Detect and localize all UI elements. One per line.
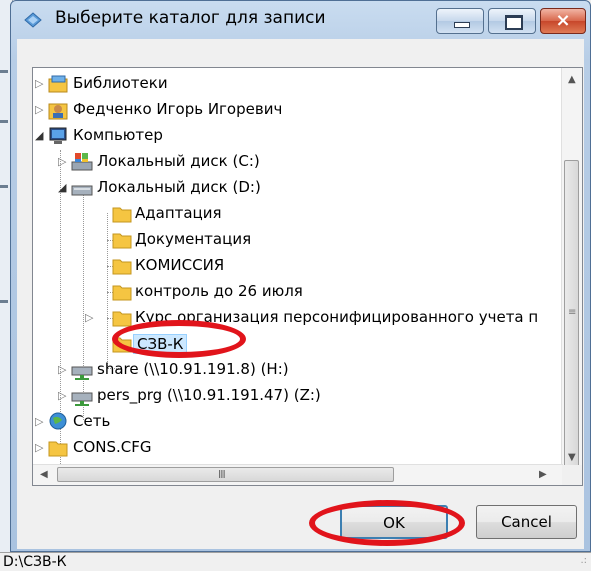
selected-path: D:\СЗВ-К [3, 554, 67, 570]
cancel-button[interactable]: Cancel [476, 505, 577, 539]
close-icon: × [555, 10, 571, 31]
network-drive-icon [71, 366, 93, 380]
tree-item-label: КОМИССИЯ [135, 256, 225, 274]
dialog-window: Выберите каталог для записи × ▷ Библиоте [10, 0, 591, 552]
horizontal-scroll-thumb[interactable]: III [57, 467, 394, 482]
horizontal-scrollbar[interactable]: ◀ III ▶ [33, 464, 563, 485]
expand-arrow-icon[interactable]: ▷ [85, 312, 95, 324]
close-button[interactable]: × [540, 8, 586, 34]
folder-icon [112, 207, 132, 223]
title-bar[interactable]: Выберите каталог для записи × [11, 1, 590, 37]
size-grip-icon[interactable]: .: [580, 555, 587, 566]
tree-item-label: Федченко Игорь Игоревич [73, 100, 283, 118]
tree-item-label: Курс организация персонифицированного уч… [135, 308, 539, 326]
dialog-client: ▷ Библиотеки ▷ Федченко Игорь Игоревич ◢… [17, 39, 584, 549]
maximize-button[interactable] [488, 8, 536, 34]
folder-icon [48, 441, 68, 457]
tree-item-label: Компьютер [73, 126, 163, 144]
collapse-arrow-icon[interactable]: ◢ [35, 130, 45, 142]
status-bar: D:\СЗВ-К .: [0, 552, 591, 571]
scroll-up-icon[interactable]: ▲ [568, 74, 576, 85]
background-tick [0, 300, 8, 303]
tree-item-label: Локальный диск (C:) [97, 152, 260, 170]
background-tick [0, 120, 8, 123]
tree-item-label: CONS.CFG [73, 438, 152, 456]
minimize-icon [454, 22, 470, 28]
grip-icon: III [218, 468, 226, 481]
libraries-icon [48, 75, 68, 93]
computer-icon [49, 127, 67, 144]
folder-icon [112, 337, 132, 353]
folder-tree[interactable]: ▷ Библиотеки ▷ Федченко Игорь Игоревич ◢… [32, 67, 583, 486]
background-tick [0, 185, 8, 188]
folder-icon [112, 259, 132, 275]
folder-icon [112, 233, 132, 249]
folder-browse-icon [24, 12, 42, 28]
tree-item-label: share (\\10.91.191.8) (H:) [97, 360, 289, 378]
tree-item-label: Библиотеки [73, 74, 168, 92]
scroll-right-icon[interactable]: ▶ [539, 469, 547, 480]
tree-guide [60, 150, 61, 485]
folder-icon [112, 311, 132, 327]
scroll-left-icon[interactable]: ◀ [40, 469, 48, 480]
background-tick [0, 70, 8, 73]
disk-icon [71, 185, 93, 196]
expand-arrow-icon[interactable]: ▷ [35, 104, 45, 116]
tree-item-label: pers_prg (\\10.91.191.47) (Z:) [97, 386, 321, 404]
folder-icon [112, 285, 132, 301]
vertical-scroll-thumb[interactable]: ≡ [564, 160, 579, 474]
expand-arrow-icon[interactable]: ▷ [58, 156, 68, 168]
tree-item-label: Локальный диск (D:) [97, 178, 261, 196]
tree-item-label: контроль до 26 июля [135, 282, 303, 300]
network-drive-icon [71, 392, 93, 406]
selected-folder-label: СЗВ-К [133, 334, 188, 354]
expand-arrow-icon[interactable]: ▷ [58, 364, 68, 376]
maximize-icon [505, 15, 523, 30]
tree-item-label: Документация [135, 230, 252, 248]
expand-arrow-icon[interactable]: ▷ [35, 442, 45, 454]
minimize-button[interactable] [436, 8, 484, 34]
dialog-title: Выберите каталог для записи [55, 8, 326, 28]
scroll-corner [562, 465, 582, 485]
system-disk-icon [71, 153, 93, 171]
collapse-arrow-icon[interactable]: ◢ [58, 182, 68, 194]
user-folder-icon [48, 103, 68, 120]
scroll-down-icon[interactable]: ▼ [568, 452, 576, 463]
expand-arrow-icon[interactable]: ▷ [58, 390, 68, 402]
expand-arrow-icon[interactable]: ▷ [35, 416, 45, 428]
vertical-scrollbar[interactable]: ▲ ≡ ▼ [561, 68, 582, 474]
ok-button[interactable]: OK [340, 505, 448, 539]
grip-icon: ≡ [568, 307, 577, 318]
network-icon [49, 412, 67, 430]
tree-item-label: Сеть [73, 412, 111, 430]
tree-item-label: Адаптация [135, 204, 222, 222]
tree-guide [107, 213, 108, 368]
expand-arrow-icon[interactable]: ▷ [35, 78, 45, 90]
